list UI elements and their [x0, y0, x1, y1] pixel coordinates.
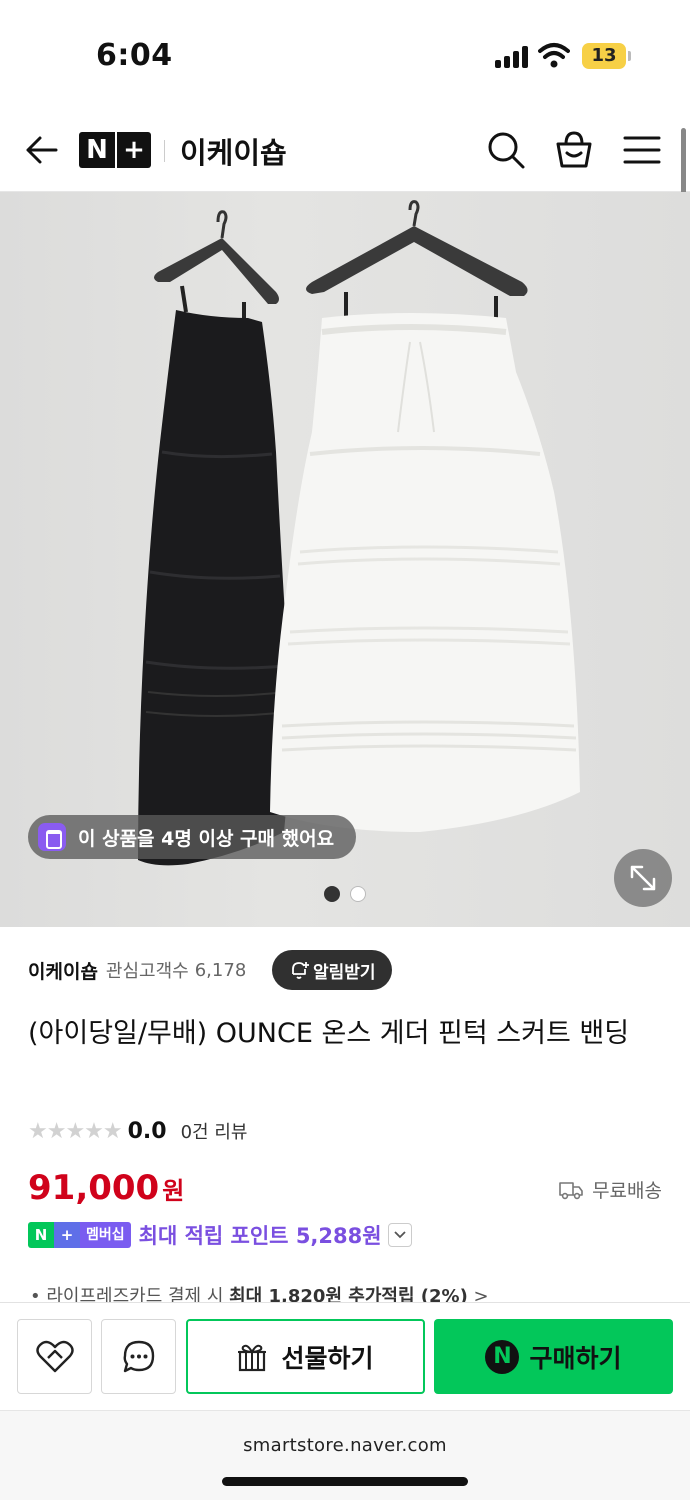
status-time: 6:04 [96, 38, 173, 73]
alert-subscribe-button[interactable]: 알림받기 [272, 950, 392, 990]
battery-icon: 13 [582, 43, 631, 69]
gift-icon [238, 1344, 267, 1371]
rating-stars-icon: ★★★★★ [28, 1118, 123, 1144]
heart-icon [35, 1340, 74, 1372]
price-row: 91,000 원 [28, 1168, 184, 1208]
talk-button[interactable] [101, 1319, 176, 1394]
status-bar: 6:04 13 [0, 0, 690, 110]
membership-plus: + [54, 1222, 80, 1248]
product-title: (아이당일/무배) OUNCE 온스 게더 핀턱 스커트 밴딩 [28, 1018, 630, 1049]
gift-button-label: 선물하기 [281, 1343, 374, 1373]
points-row[interactable]: N + 멤버십 최대 적립 포인트 5,288원 [28, 1220, 412, 1250]
product-image[interactable]: 이 상품을 4명 이상 구매 했어요 [0, 192, 690, 927]
rating-row[interactable]: ★★★★★ 0.0 0건 리뷰 [28, 1118, 247, 1144]
naver-plus-logo[interactable]: N + [79, 132, 151, 168]
logo-plus: + [115, 132, 151, 168]
header-divider [164, 140, 165, 162]
pagination-dot-1[interactable] [324, 886, 340, 902]
top-header: N + 이케이숍 [0, 110, 690, 192]
hanger-right [306, 200, 528, 318]
bottom-action-bar: 선물하기 N 구매하기 [0, 1302, 690, 1410]
store-name[interactable]: 이케이숍 [28, 957, 98, 984]
purchase-badge-text: 이 상품을 4명 이상 구매 했어요 [78, 827, 335, 850]
chevron-down-icon[interactable] [387, 1223, 412, 1247]
menu-icon[interactable] [620, 128, 664, 172]
fans-count: 6,178 [194, 959, 247, 981]
image-pagination [0, 886, 690, 902]
shipping-info: 무료배송 [558, 1176, 662, 1203]
gift-button[interactable]: 선물하기 [186, 1319, 425, 1394]
max-points-text: 최대 적립 포인트 5,288원 [138, 1224, 382, 1248]
price-value: 91,000 [28, 1168, 160, 1208]
badge-bag-icon [38, 823, 66, 851]
fans-label: 관심고객수 [105, 961, 189, 982]
membership-label: 멤버십 [80, 1222, 131, 1248]
wifi-icon [538, 43, 570, 68]
rating-value: 0.0 [127, 1118, 167, 1144]
signal-icon [495, 46, 529, 68]
truck-icon [559, 1181, 583, 1199]
home-indicator [222, 1477, 468, 1486]
hanger-left [154, 210, 279, 322]
membership-badge: N + 멤버십 [28, 1222, 131, 1248]
alert-button-label: 알림받기 [313, 962, 376, 983]
chat-bubble-icon [123, 1340, 154, 1372]
naver-pay-icon: N [485, 1339, 520, 1374]
review-count[interactable]: 0건 리뷰 [181, 1118, 248, 1144]
buy-button[interactable]: N 구매하기 [434, 1319, 673, 1394]
black-skirt [138, 310, 290, 866]
logo-n: N [86, 135, 108, 165]
price-unit: 원 [162, 1177, 185, 1205]
url-text[interactable]: smartstore.naver.com [0, 1435, 690, 1456]
shopping-bag-icon[interactable] [552, 128, 596, 172]
buy-button-label: 구매하기 [529, 1343, 622, 1373]
purchase-count-badge: 이 상품을 4명 이상 구매 했어요 [28, 815, 357, 859]
header-store-name[interactable]: 이케이숍 [180, 130, 287, 172]
membership-n: N [28, 1222, 54, 1248]
shipping-label: 무료배송 [592, 1180, 662, 1202]
back-arrow-icon[interactable] [22, 130, 62, 170]
store-info-row: 이케이숍 관심고객수 6,178 [28, 950, 246, 990]
bell-plus-icon [292, 962, 309, 979]
search-icon[interactable] [484, 128, 528, 172]
wishlist-button[interactable] [17, 1319, 92, 1394]
white-skirt [270, 313, 580, 832]
browser-url-bar[interactable]: smartstore.naver.com [0, 1410, 690, 1500]
pagination-dot-2[interactable] [350, 886, 366, 902]
